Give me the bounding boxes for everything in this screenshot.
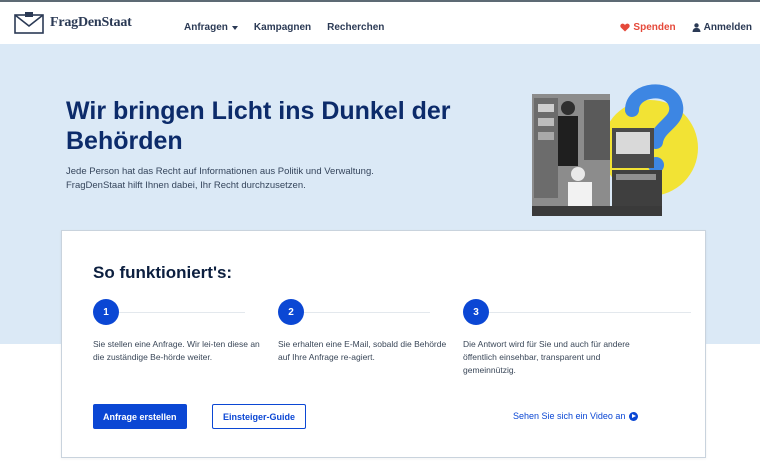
hero-illustration [532, 84, 698, 216]
beginner-guide-button[interactable]: Einsteiger-Guide [212, 404, 307, 429]
logo-mark-icon [14, 12, 44, 34]
site-header: FragDenStaat Anfragen Kampagnen Recherch… [0, 0, 760, 44]
nav-item-recherchen[interactable]: Recherchen [327, 22, 384, 33]
play-circle-icon [629, 411, 639, 421]
login-link[interactable]: Anmelden [692, 22, 752, 33]
heart-icon [620, 23, 631, 32]
video-link-label: Sehen Sie sich ein Video an [513, 411, 626, 421]
step-number-2: 2 [278, 299, 304, 325]
brand-name: FragDenStaat [50, 15, 132, 30]
user-nav: Spenden Anmelden [620, 22, 752, 33]
nav-item-label: Anfragen [184, 22, 228, 33]
hero-subtitle-line: Jede Person hat das Recht auf Informatio… [66, 166, 374, 177]
donate-link[interactable]: Spenden [620, 22, 676, 33]
watch-video-link[interactable]: Sehen Sie sich ein Video an [513, 411, 639, 421]
login-label: Anmelden [703, 22, 752, 33]
hero-subtitle-line: FragDenStaat hilft Ihnen dabei, Ihr Rech… [66, 180, 306, 191]
nav-item-kampagnen[interactable]: Kampagnen [254, 22, 311, 33]
nav-item-anfragen[interactable]: Anfragen [184, 22, 238, 33]
step-connector [119, 312, 245, 313]
logo[interactable]: FragDenStaat [14, 12, 132, 34]
step-number-3: 3 [463, 299, 489, 325]
step-text-1: Sie stellen eine Anfrage. Wir lei-ten di… [93, 339, 260, 362]
main-nav: Anfragen Kampagnen Recherchen [184, 22, 384, 33]
how-it-works-title: So funktioniert's: [93, 263, 233, 282]
step-number-1: 1 [93, 299, 119, 325]
step-connector [304, 312, 430, 313]
step-text-3: Die Antwort wird für Sie und auch für an… [463, 339, 630, 375]
user-icon [692, 23, 701, 32]
create-request-button[interactable]: Anfrage erstellen [93, 404, 187, 429]
hero-subtitle: Jede Person hat das Recht auf Informatio… [66, 165, 486, 193]
hero-title: Wir bringen Licht ins Dunkel der Behörde… [66, 97, 451, 155]
step-connector [489, 312, 691, 313]
step-text-2: Sie erhalten eine E-Mail, sobald die Beh… [278, 339, 447, 362]
chevron-down-icon [231, 26, 238, 30]
how-it-works-card: So funktioniert's: 1 2 3 Sie stellen ein… [61, 230, 706, 458]
donate-label: Spenden [633, 22, 676, 33]
